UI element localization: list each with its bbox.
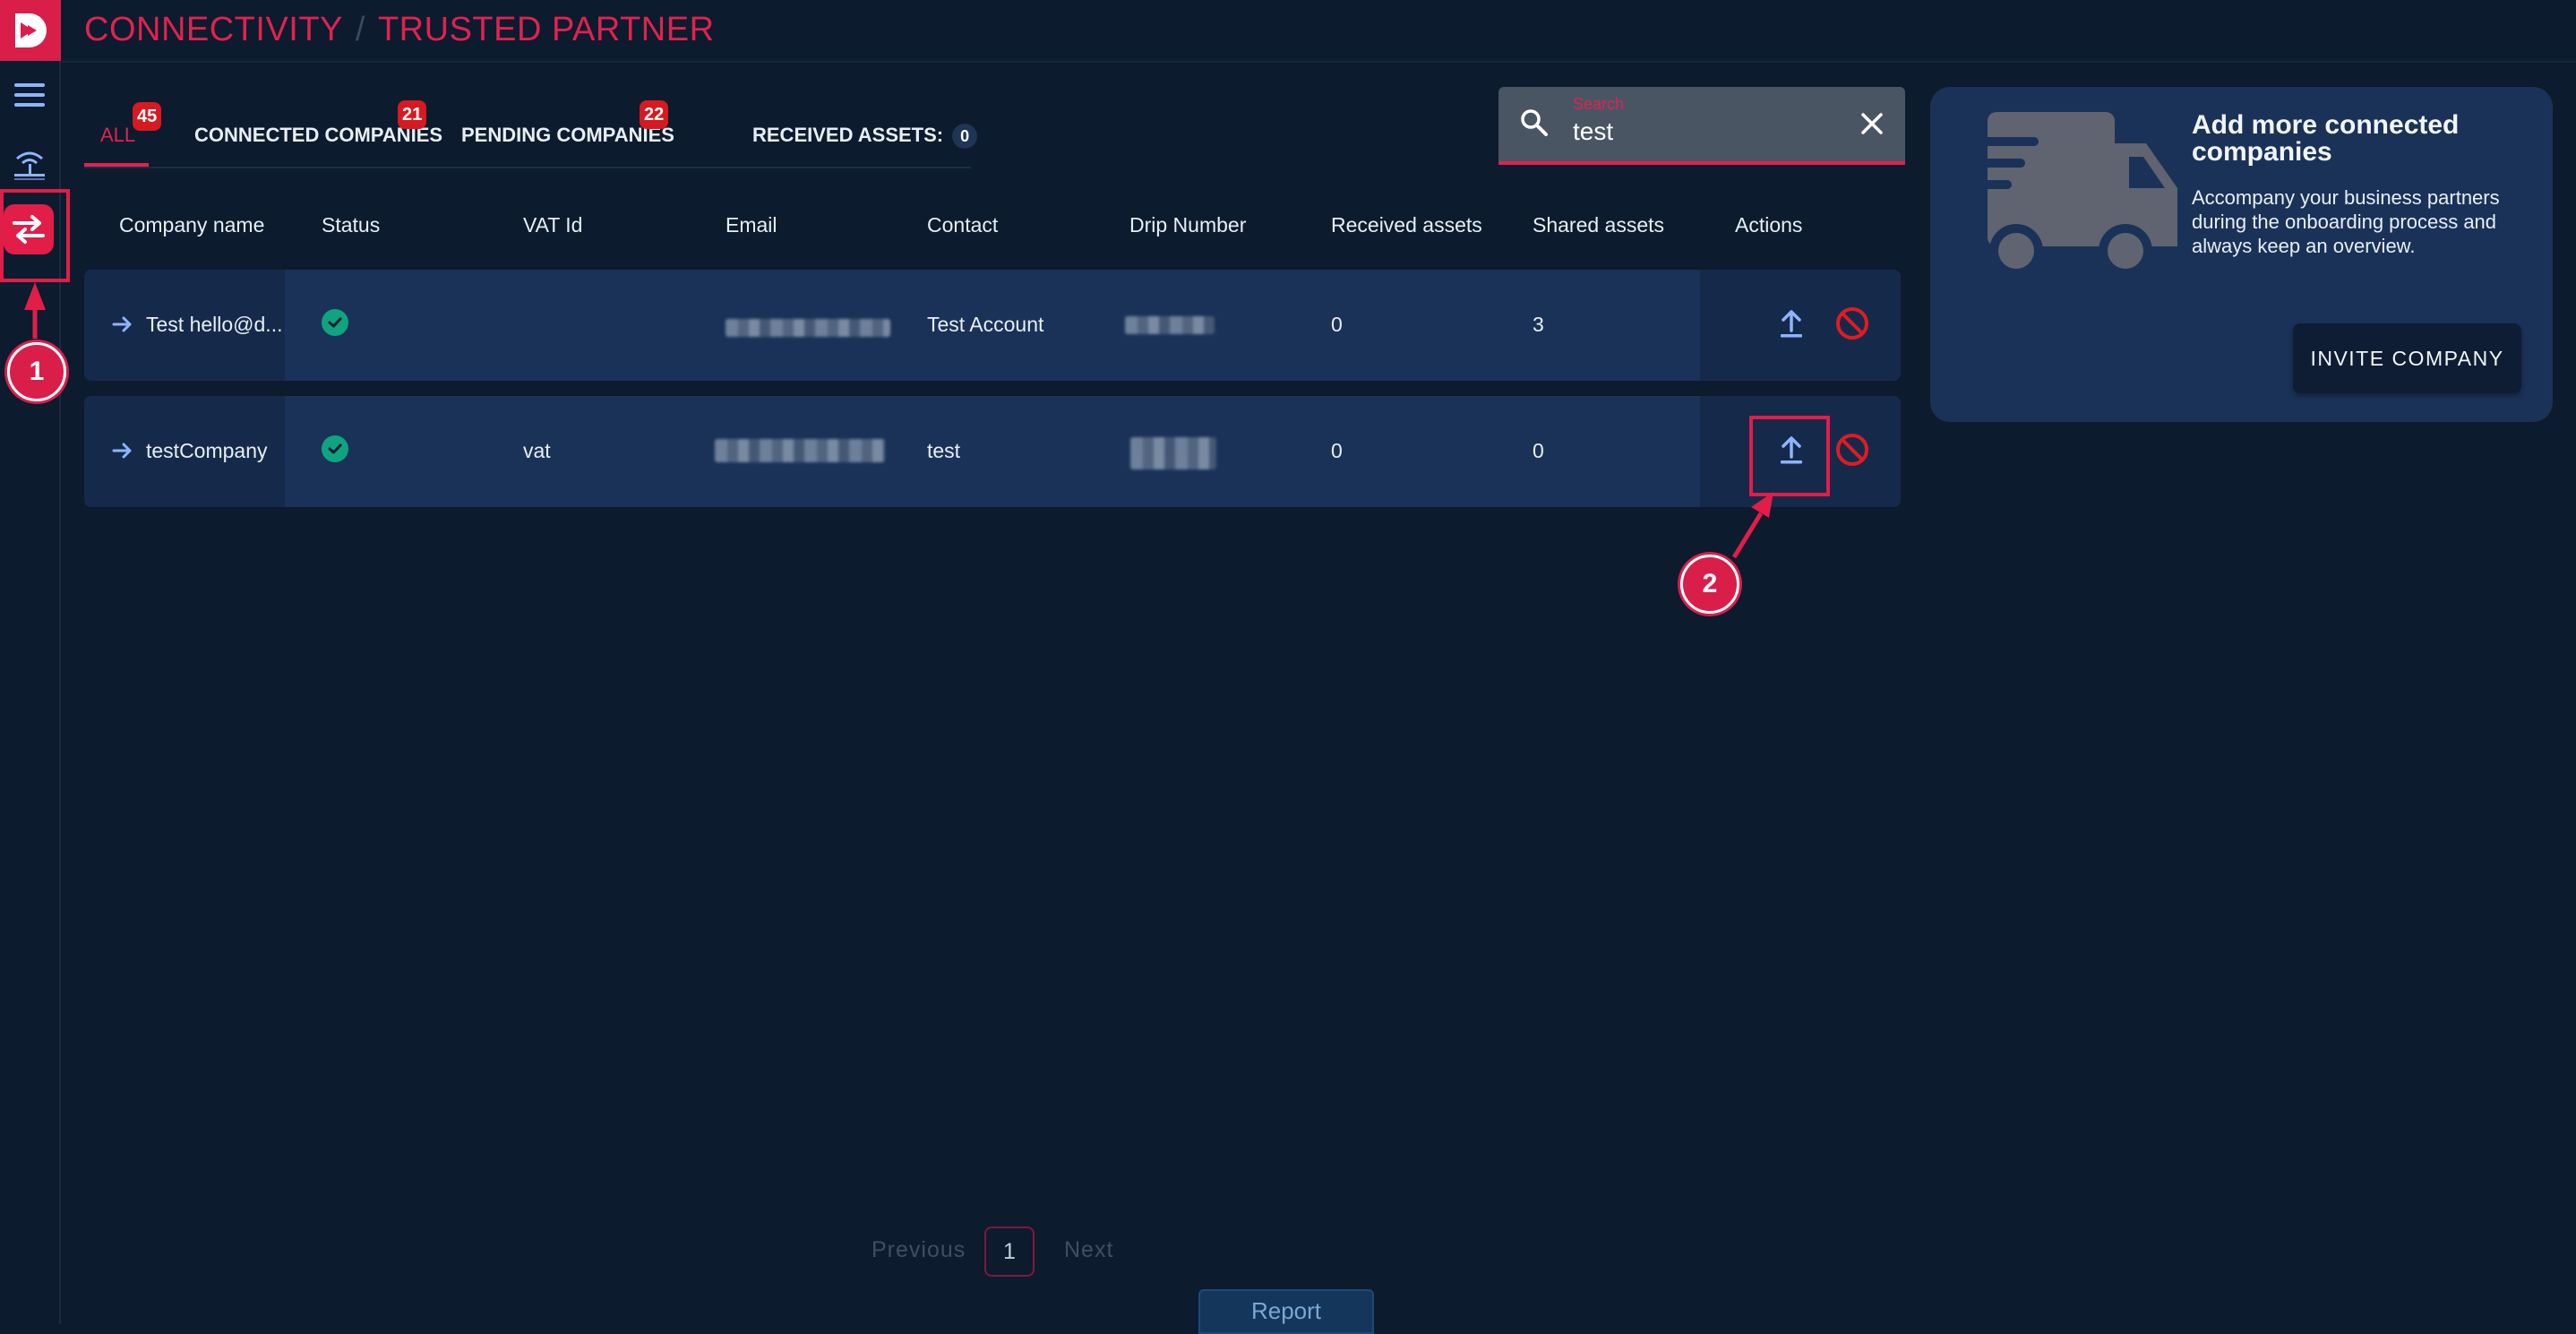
- column-shared-assets[interactable]: Shared assets: [1533, 213, 1664, 237]
- column-received-assets[interactable]: Received assets: [1331, 213, 1482, 237]
- report-button[interactable]: Report: [1198, 1289, 1374, 1334]
- tab-all-label: ALL: [100, 124, 136, 146]
- table-header: Company name Status VAT Id Email Contact…: [84, 213, 1902, 245]
- received-assets-value: 0: [1331, 313, 1343, 336]
- breadcrumb-trusted-partner: TRUSTED PARTNER: [377, 11, 715, 48]
- search-input[interactable]: [1573, 117, 1842, 146]
- drip-number-redacted: [1130, 437, 1216, 469]
- status-check-icon: [322, 435, 348, 462]
- table-row[interactable]: Test hello@d... Test Account 0 3: [84, 270, 1901, 381]
- tab-received-assets[interactable]: RECEIVED ASSETS: 0: [752, 124, 978, 150]
- menu-button[interactable]: [0, 77, 59, 113]
- company-name: testCompany: [146, 439, 268, 462]
- upload-icon[interactable]: [1774, 306, 1808, 340]
- invite-company-button[interactable]: INVITE COMPANY: [2293, 323, 2521, 393]
- sidebar-item-connectivity[interactable]: [0, 143, 59, 185]
- callout-step-1: 1: [7, 342, 66, 401]
- column-contact[interactable]: Contact: [927, 213, 998, 237]
- breadcrumb-separator: /: [355, 11, 365, 48]
- search-label: Search: [1573, 95, 1625, 113]
- router-wifi-icon: [14, 151, 45, 180]
- contact-name: test: [927, 439, 961, 462]
- column-status[interactable]: Status: [322, 213, 380, 237]
- shared-assets-value: 0: [1533, 439, 1544, 462]
- block-icon[interactable]: [1834, 432, 1870, 468]
- shared-assets-value: 3: [1533, 313, 1544, 336]
- filter-tabs: ALL 45 CONNECTED COMPANIES 21 PENDING CO…: [84, 99, 978, 168]
- email-redacted: [726, 319, 890, 337]
- table-row[interactable]: testCompany vat test 0 0: [84, 396, 1901, 507]
- status-check-icon: [322, 309, 348, 336]
- logo-icon: [15, 13, 47, 47]
- hamburger-menu-icon: [14, 83, 45, 107]
- breadcrumb: CONNECTIVITY / TRUSTED PARTNER: [84, 11, 715, 49]
- card-title: Add more connected companies: [2192, 110, 2460, 167]
- pagination-previous[interactable]: Previous: [872, 1237, 966, 1263]
- app-logo[interactable]: [0, 0, 61, 61]
- sidebar-item-trusted-partner[interactable]: [4, 204, 54, 254]
- drip-number-redacted: [1125, 316, 1215, 334]
- breadcrumb-connectivity[interactable]: CONNECTIVITY: [84, 11, 343, 48]
- search-field[interactable]: Search: [1498, 87, 1905, 165]
- tab-active-indicator: [84, 163, 149, 167]
- arrow-right-icon[interactable]: [111, 439, 134, 462]
- swap-arrows-icon: [13, 215, 45, 244]
- tab-connected-badge: 21: [398, 100, 427, 129]
- top-bar: CONNECTIVITY / TRUSTED PARTNER: [61, 0, 2576, 63]
- delivery-truck-icon: [1953, 112, 2177, 278]
- tab-all[interactable]: ALL: [100, 124, 135, 147]
- company-name: Test hello@d...: [146, 313, 283, 336]
- contact-name: Test Account: [927, 313, 1044, 336]
- tab-received-label: RECEIVED ASSETS:: [752, 124, 944, 146]
- card-description: Accompany your business partners during …: [2192, 186, 2500, 257]
- column-actions: Actions: [1735, 213, 1803, 237]
- search-icon: [1521, 109, 1548, 136]
- column-company-name[interactable]: Company name: [119, 213, 264, 237]
- callout-step-2: 2: [1680, 555, 1739, 614]
- invite-company-card: Add more connected companies Accompany y…: [1930, 87, 2553, 422]
- column-drip-number[interactable]: Drip Number: [1129, 213, 1246, 237]
- arrow-right-icon[interactable]: [111, 313, 134, 336]
- block-icon[interactable]: [1834, 306, 1870, 341]
- vat-id: vat: [523, 439, 551, 462]
- pagination-next[interactable]: Next: [1064, 1237, 1113, 1263]
- email-redacted: [715, 439, 885, 462]
- column-vat-id[interactable]: VAT Id: [523, 213, 582, 237]
- sidebar: [0, 0, 61, 1324]
- tab-pending-badge: 22: [640, 100, 669, 129]
- column-email[interactable]: Email: [726, 213, 777, 237]
- tab-all-badge: 45: [133, 102, 162, 131]
- pagination-page-1[interactable]: 1: [984, 1226, 1035, 1277]
- close-icon[interactable]: [1859, 110, 1885, 137]
- upload-icon[interactable]: [1774, 432, 1808, 466]
- received-assets-value: 0: [1331, 439, 1343, 462]
- received-assets-count: 0: [952, 124, 978, 150]
